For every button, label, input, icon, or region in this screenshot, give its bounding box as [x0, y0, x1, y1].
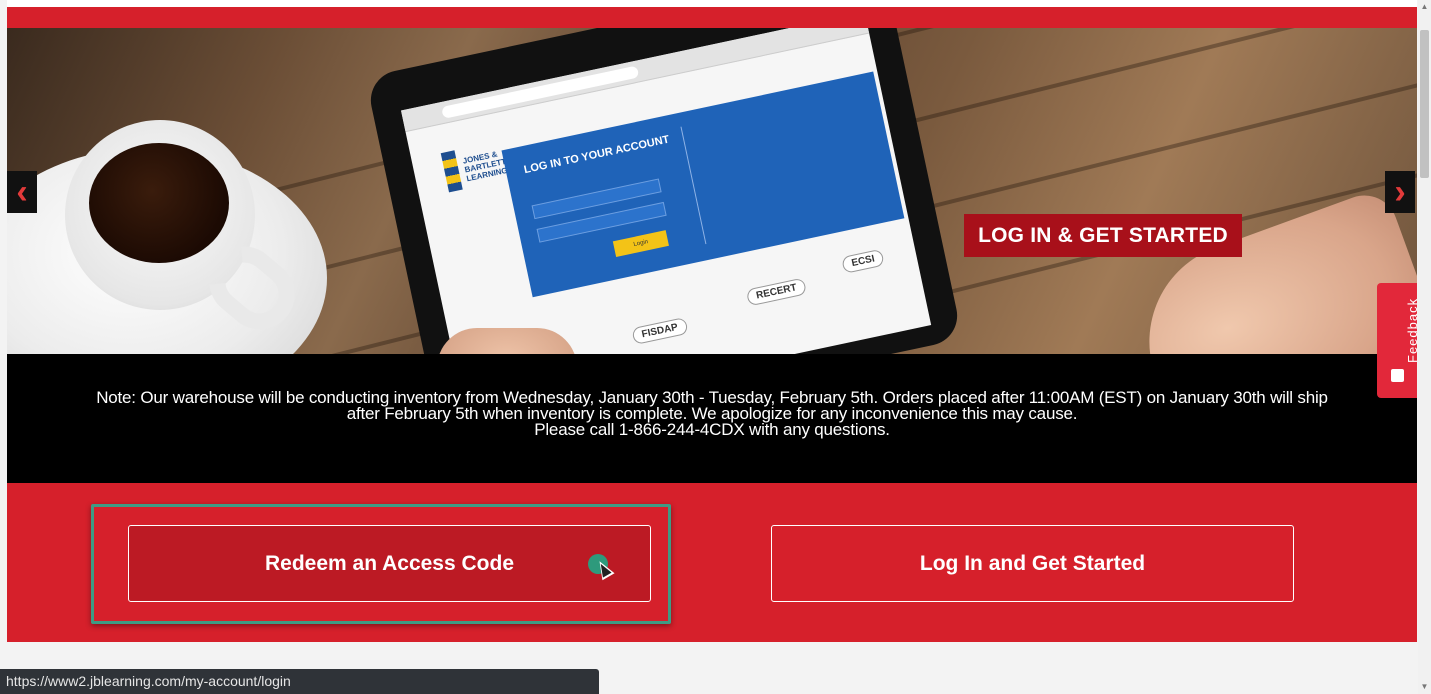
top-red-band: [7, 7, 1417, 28]
tablet-screen: JONES & BARTLETT LEARNING LOG IN TO YOUR…: [400, 28, 932, 354]
tablet-login-title: LOG IN TO YOUR ACCOUNT: [522, 133, 671, 177]
hero-carousel: JONES & BARTLETT LEARNING LOG IN TO YOUR…: [7, 28, 1417, 354]
coffee: [89, 143, 229, 263]
hand-left: [437, 328, 577, 354]
log-in-get-started-button[interactable]: Log In and Get Started: [771, 525, 1294, 602]
hero-cta-label[interactable]: LOG IN & GET STARTED: [964, 214, 1242, 257]
page-scrollbar[interactable]: ▲ ▼: [1418, 0, 1431, 694]
scroll-thumb[interactable]: [1420, 30, 1429, 178]
tablet-badge: FISDAP: [631, 317, 689, 346]
tablet-panel-divider: [680, 126, 707, 245]
link-status-bar: https://www2.jblearning.com/my-account/l…: [0, 669, 599, 694]
notice-line-3: Please call 1-866-244-4CDX with any ques…: [534, 420, 890, 439]
chevron-right-icon[interactable]: ›: [1385, 171, 1415, 213]
feedback-tab[interactable]: Feedback: [1377, 283, 1420, 398]
top-strip: [7, 0, 1417, 7]
tablet-device: JONES & BARTLETT LEARNING LOG IN TO YOUR…: [365, 28, 963, 354]
tablet-badge: ECSI: [841, 248, 886, 274]
redeem-access-code-button[interactable]: Redeem an Access Code: [128, 525, 651, 602]
page: JONES & BARTLETT LEARNING LOG IN TO YOUR…: [7, 0, 1417, 694]
feedback-icon: [1391, 369, 1404, 382]
action-buttons-band: Redeem an Access Code Log In and Get Sta…: [7, 483, 1417, 642]
scroll-down-icon[interactable]: ▼: [1420, 681, 1429, 693]
tablet-login-button: Login: [612, 230, 669, 258]
warehouse-notice: Note: Our warehouse will be conducting i…: [7, 354, 1417, 483]
lighthouse-icon: [440, 150, 463, 193]
scroll-up-icon[interactable]: ▲: [1420, 1, 1429, 13]
chevron-left-icon[interactable]: ‹: [7, 171, 37, 213]
tablet-badge: RECERT: [745, 277, 808, 307]
jbl-logo: JONES & BARTLETT LEARNING: [440, 144, 508, 199]
tablet-url-pill: [441, 65, 640, 119]
